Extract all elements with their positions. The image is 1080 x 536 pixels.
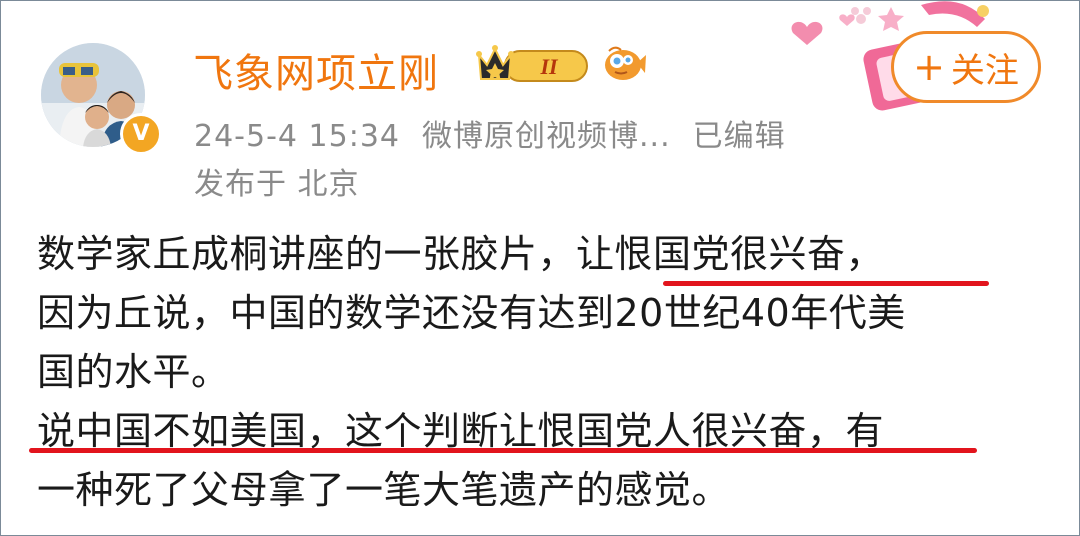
post-line: 数学家丘成桐讲座的一张胶片，让恨国党很兴奋， bbox=[37, 225, 1057, 286]
timestamp[interactable]: 24-5-4 15:34 bbox=[194, 119, 400, 154]
level-badge-icon: II bbox=[475, 41, 591, 89]
fish-icon bbox=[601, 41, 647, 89]
post-text: 数学家丘成桐讲座的一张胶片，让恨国党很兴奋， 因为丘说，中国的数学还没有达到20… bbox=[29, 225, 1057, 520]
red-underline bbox=[29, 448, 977, 453]
post-line: 国的水平。 bbox=[37, 350, 230, 394]
post-line: 一种死了父母拿了一笔大笔遗产的感觉。 bbox=[37, 468, 731, 512]
post-line: 因为丘说，中国的数学还没有达到20世纪40年代美 bbox=[37, 291, 906, 335]
post-line: 说中国不如美国，这个判断让恨国党人很兴奋，有 bbox=[29, 402, 1057, 461]
source-label[interactable]: 微博原创视频博... bbox=[422, 119, 671, 154]
verified-badge-icon: V bbox=[120, 113, 162, 155]
location-label: 发布于 北京 bbox=[194, 167, 360, 202]
follow-label: 关注 bbox=[950, 50, 1019, 91]
highlighted-phrase: 说中国不如美国，这个判断让恨国党人很兴奋， bbox=[37, 409, 846, 453]
post-meta: 24-5-4 15:34 微博原创视频博... 已编辑 bbox=[194, 111, 786, 155]
plus-icon: + bbox=[913, 45, 945, 89]
post-text-segment: 有 bbox=[845, 409, 885, 453]
svg-text:II: II bbox=[539, 54, 559, 79]
follow-button[interactable]: + 关注 bbox=[891, 31, 1041, 103]
post-text-segment: 数学家丘成桐讲座的一张胶片， bbox=[37, 232, 577, 276]
username[interactable]: 飞象网项立刚 bbox=[193, 41, 439, 99]
highlighted-phrase: 让恨国党很兴奋 bbox=[576, 232, 846, 276]
post-card: V 飞象网项立刚 II 24-5-4 15:34 微博原创视频博... 已编辑 发布… bbox=[0, 0, 1080, 536]
post-text-segment: ， bbox=[845, 232, 885, 276]
